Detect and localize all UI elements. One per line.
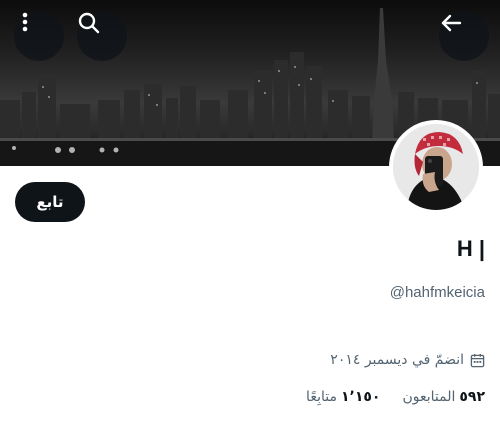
- followers-link[interactable]: ١٬١٥٠ متابِعًا: [306, 389, 380, 405]
- followers-label: متابِعًا: [306, 389, 337, 405]
- profile-name: H |: [456, 236, 485, 261]
- join-date: انضمّ في ديسمبر ٢٠١٤: [330, 352, 485, 368]
- avatar[interactable]: [389, 120, 483, 214]
- more-button[interactable]: [14, 11, 64, 61]
- following-link[interactable]: ٥٩٢ المتابعون: [402, 389, 485, 405]
- following-count: ٥٩٢: [459, 389, 485, 405]
- join-date-text: انضمّ في ديسمبر ٢٠١٤: [330, 352, 464, 368]
- back-button[interactable]: [439, 11, 489, 61]
- following-label: المتابعون: [402, 389, 456, 405]
- calendar-icon: [470, 353, 485, 368]
- followers-count: ١٬١٥٠: [340, 389, 381, 405]
- follow-button[interactable]: تابع: [15, 182, 85, 222]
- avatar-photo: [393, 124, 479, 210]
- profile-stats: ٥٩٢ المتابعون ١٬١٥٠ متابِعًا: [284, 389, 485, 405]
- profile-handle: @hahfmkeicia: [389, 284, 485, 301]
- search-button[interactable]: [77, 11, 127, 61]
